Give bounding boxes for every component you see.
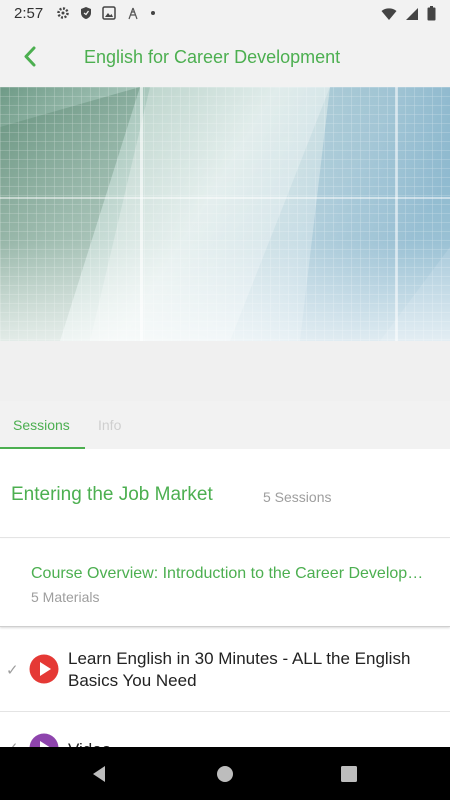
lesson-header[interactable]: Course Overview: Introduction to the Car… [0,539,450,627]
system-nav-bar [0,747,450,800]
dot-icon [151,11,155,15]
tab-sessions[interactable]: Sessions [13,417,70,433]
lesson-title: Course Overview: Introduction to the Car… [31,565,426,582]
app-bar: English for Career Development [0,28,450,86]
course-banner-image [0,87,450,341]
banner-spacer [0,341,450,401]
material-item[interactable]: ✓ Video [0,713,450,747]
home-circle-icon[interactable] [214,763,236,785]
status-bar: 2:57 [0,0,450,28]
back-button[interactable] [16,42,46,72]
recents-square-icon[interactable] [338,763,360,785]
material-title: Learn English in 30 Minutes - ALL the En… [68,649,411,690]
tab-bar: Sessions Info [0,401,450,449]
play-icon [29,654,59,684]
tab-info[interactable]: Info [98,417,121,433]
chevron-left-icon [24,46,36,67]
play-icon [29,733,59,747]
tower-icon [128,7,138,20]
image-icon [102,6,116,20]
wifi-icon [381,7,397,20]
check-icon: ✓ [6,739,19,747]
session-title: Entering the Job Market [11,484,213,505]
material-title: Video [68,739,428,747]
back-triangle-icon[interactable] [88,763,110,785]
cell-signal-icon [406,7,418,20]
material-item[interactable]: ✓ Learn English in 30 Minutes - ALL the … [0,629,450,712]
status-icons-left [56,6,156,20]
session-header[interactable]: Entering the Job Market 5 Sessions [0,449,450,538]
status-icons-right [381,6,436,21]
battery-icon [427,6,436,21]
page-title: English for Career Development [84,47,341,67]
session-list: Entering the Job Market 5 Sessions Cours… [0,449,450,747]
session-count: 5 Sessions [263,489,332,505]
check-icon: ✓ [6,662,19,679]
lesson-material-count: 5 Materials [31,589,100,605]
status-time: 2:57 [14,5,44,22]
shield-icon [81,7,91,19]
gear-icon [57,7,69,19]
